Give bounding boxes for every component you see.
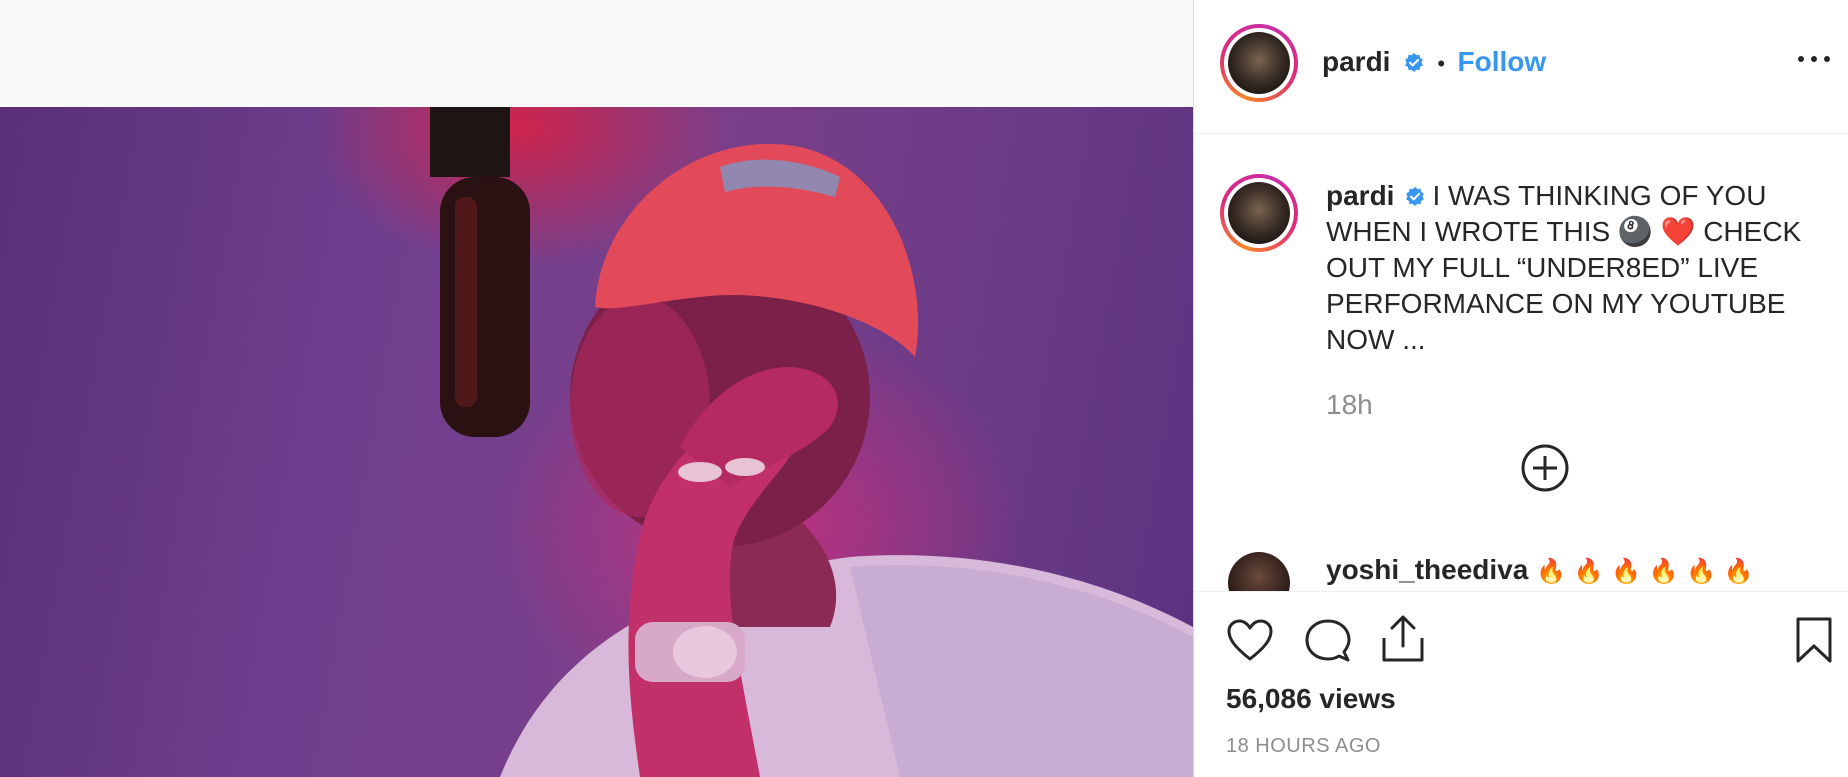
comment-bubble-icon[interactable] — [1304, 618, 1352, 664]
share-icon[interactable] — [1380, 614, 1426, 664]
commenter-avatar[interactable] — [1228, 552, 1290, 591]
comments-section: pardi I WAS THINKING OF YOU WHEN I WROTE… — [1194, 134, 1848, 591]
header-author-line: pardi • Follow — [1322, 46, 1546, 78]
view-count[interactable]: 56,086 views — [1226, 683, 1396, 715]
verified-badge-icon — [1406, 186, 1425, 206]
caption-username[interactable]: pardi — [1326, 180, 1394, 211]
author-username[interactable]: pardi — [1322, 46, 1390, 77]
caption-avatar[interactable] — [1220, 174, 1298, 252]
more-options-icon[interactable] — [1794, 44, 1834, 74]
caption-text: I WAS THINKING OF YOU WHEN I WROTE THIS … — [1326, 180, 1802, 355]
actions-divider — [1194, 591, 1848, 592]
follow-button[interactable]: Follow — [1458, 46, 1547, 77]
media-pane — [0, 0, 1193, 777]
post-header: pardi • Follow — [1194, 0, 1848, 134]
post-timestamp[interactable]: 18 HOURS AGO — [1226, 735, 1381, 758]
caption-time[interactable]: 18h — [1326, 389, 1373, 421]
author-avatar[interactable] — [1220, 24, 1298, 102]
plus-circle-icon[interactable] — [1520, 443, 1570, 493]
comment-text: 🔥 🔥 🔥 🔥 🔥 🔥 — [1536, 557, 1754, 585]
separator-dot: • — [1437, 51, 1446, 76]
verified-badge-icon — [1405, 52, 1423, 72]
video-frame-illustration — [430, 107, 1193, 777]
bookmark-icon[interactable] — [1794, 616, 1834, 664]
video-player[interactable] — [0, 107, 1193, 777]
post-caption: pardi I WAS THINKING OF YOU WHEN I WROTE… — [1326, 178, 1826, 358]
heart-icon[interactable] — [1226, 618, 1274, 662]
comment-item: yoshi_theediva 🔥 🔥 🔥 🔥 🔥 🔥 — [1326, 552, 1754, 589]
commenter-username[interactable]: yoshi_theediva — [1326, 554, 1528, 585]
post-sidebar: pardi • Follow pardi I WAS THINKING OF Y… — [1194, 0, 1848, 777]
